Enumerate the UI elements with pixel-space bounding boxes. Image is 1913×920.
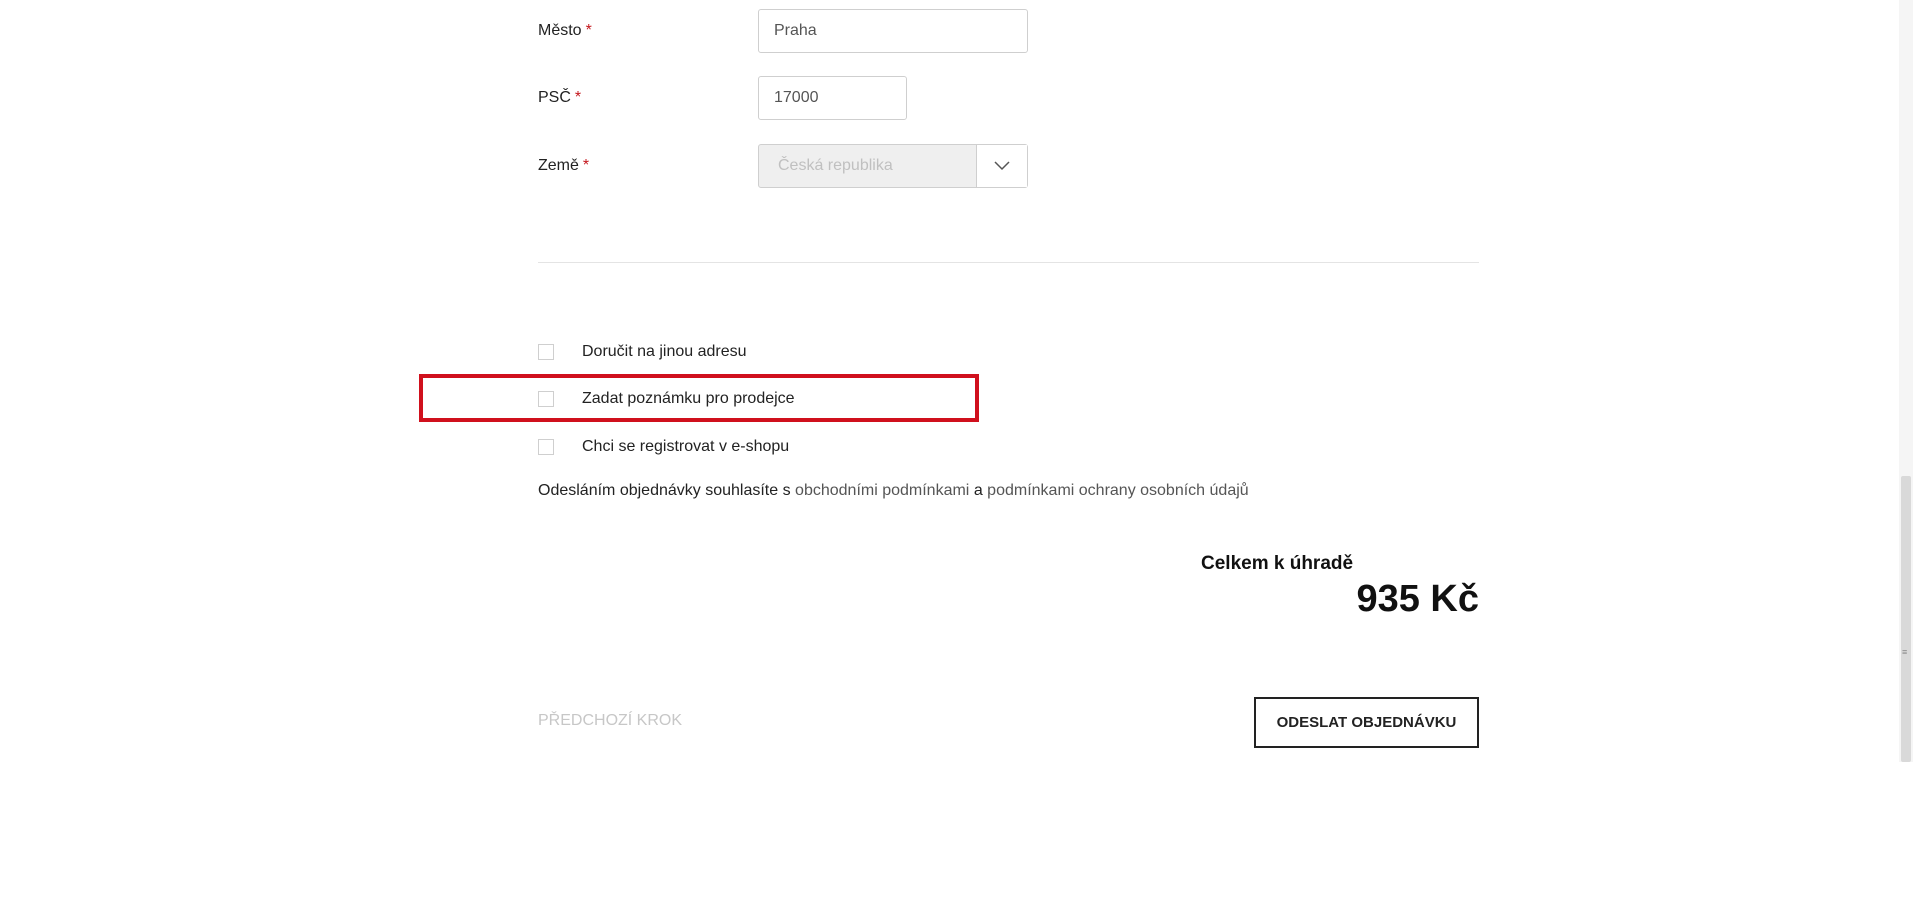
required-mark: * — [582, 157, 590, 174]
zip-label: PSČ * — [538, 89, 758, 107]
consent-conjunction: a — [973, 482, 983, 499]
country-select[interactable]: Česká republika — [758, 144, 1028, 188]
city-label: Město * — [538, 22, 758, 40]
section-divider — [538, 262, 1479, 263]
zip-input[interactable] — [758, 76, 907, 120]
option-register[interactable]: Chci se registrovat v e-shopu — [538, 438, 789, 456]
privacy-link[interactable]: podmínkami ochrany osobních údajů — [987, 482, 1249, 499]
checkout-page: Město* PSČ* Země* Česká republika Doruči… — [0, 0, 1913, 920]
required-mark: * — [574, 89, 582, 106]
submit-order-button[interactable]: Odeslat objednávku — [1254, 697, 1479, 748]
total-label: Celkem k úhradě — [1201, 553, 1354, 574]
country-select-value: Česká republika — [778, 157, 893, 174]
city-row: Město * — [538, 9, 1028, 53]
checkbox[interactable] — [538, 439, 554, 455]
grip-icon: ≡ — [1902, 647, 1908, 657]
consent-prefix: Odesláním objednávky souhlasíte s — [538, 482, 791, 499]
zip-row: PSČ * — [538, 76, 907, 120]
required-mark: * — [585, 22, 592, 39]
city-label-text: Město — [538, 22, 582, 39]
total-value: 935 Kč — [1356, 578, 1479, 620]
consent-text: Odesláním objednávky souhlasíte s obchod… — [538, 482, 1249, 500]
previous-step-link[interactable]: Předchozí krok — [538, 712, 682, 730]
city-input[interactable] — [758, 9, 1028, 53]
country-label: Země * — [538, 157, 758, 175]
scrollbar-thumb[interactable] — [1901, 476, 1911, 762]
country-label-text: Země — [538, 157, 579, 174]
terms-link[interactable]: obchodními podmínkami — [795, 482, 969, 499]
checkbox[interactable] — [538, 344, 554, 360]
country-row: Země * Česká republika — [538, 144, 1028, 188]
chevron-down-icon[interactable] — [976, 145, 1027, 187]
highlight-frame — [419, 374, 979, 422]
option-label: Chci se registrovat v e-shopu — [582, 438, 790, 455]
option-label: Doručit na jinou adresu — [582, 343, 747, 360]
zip-label-text: PSČ — [538, 89, 571, 106]
option-deliver-other-address[interactable]: Doručit na jinou adresu — [538, 343, 747, 361]
